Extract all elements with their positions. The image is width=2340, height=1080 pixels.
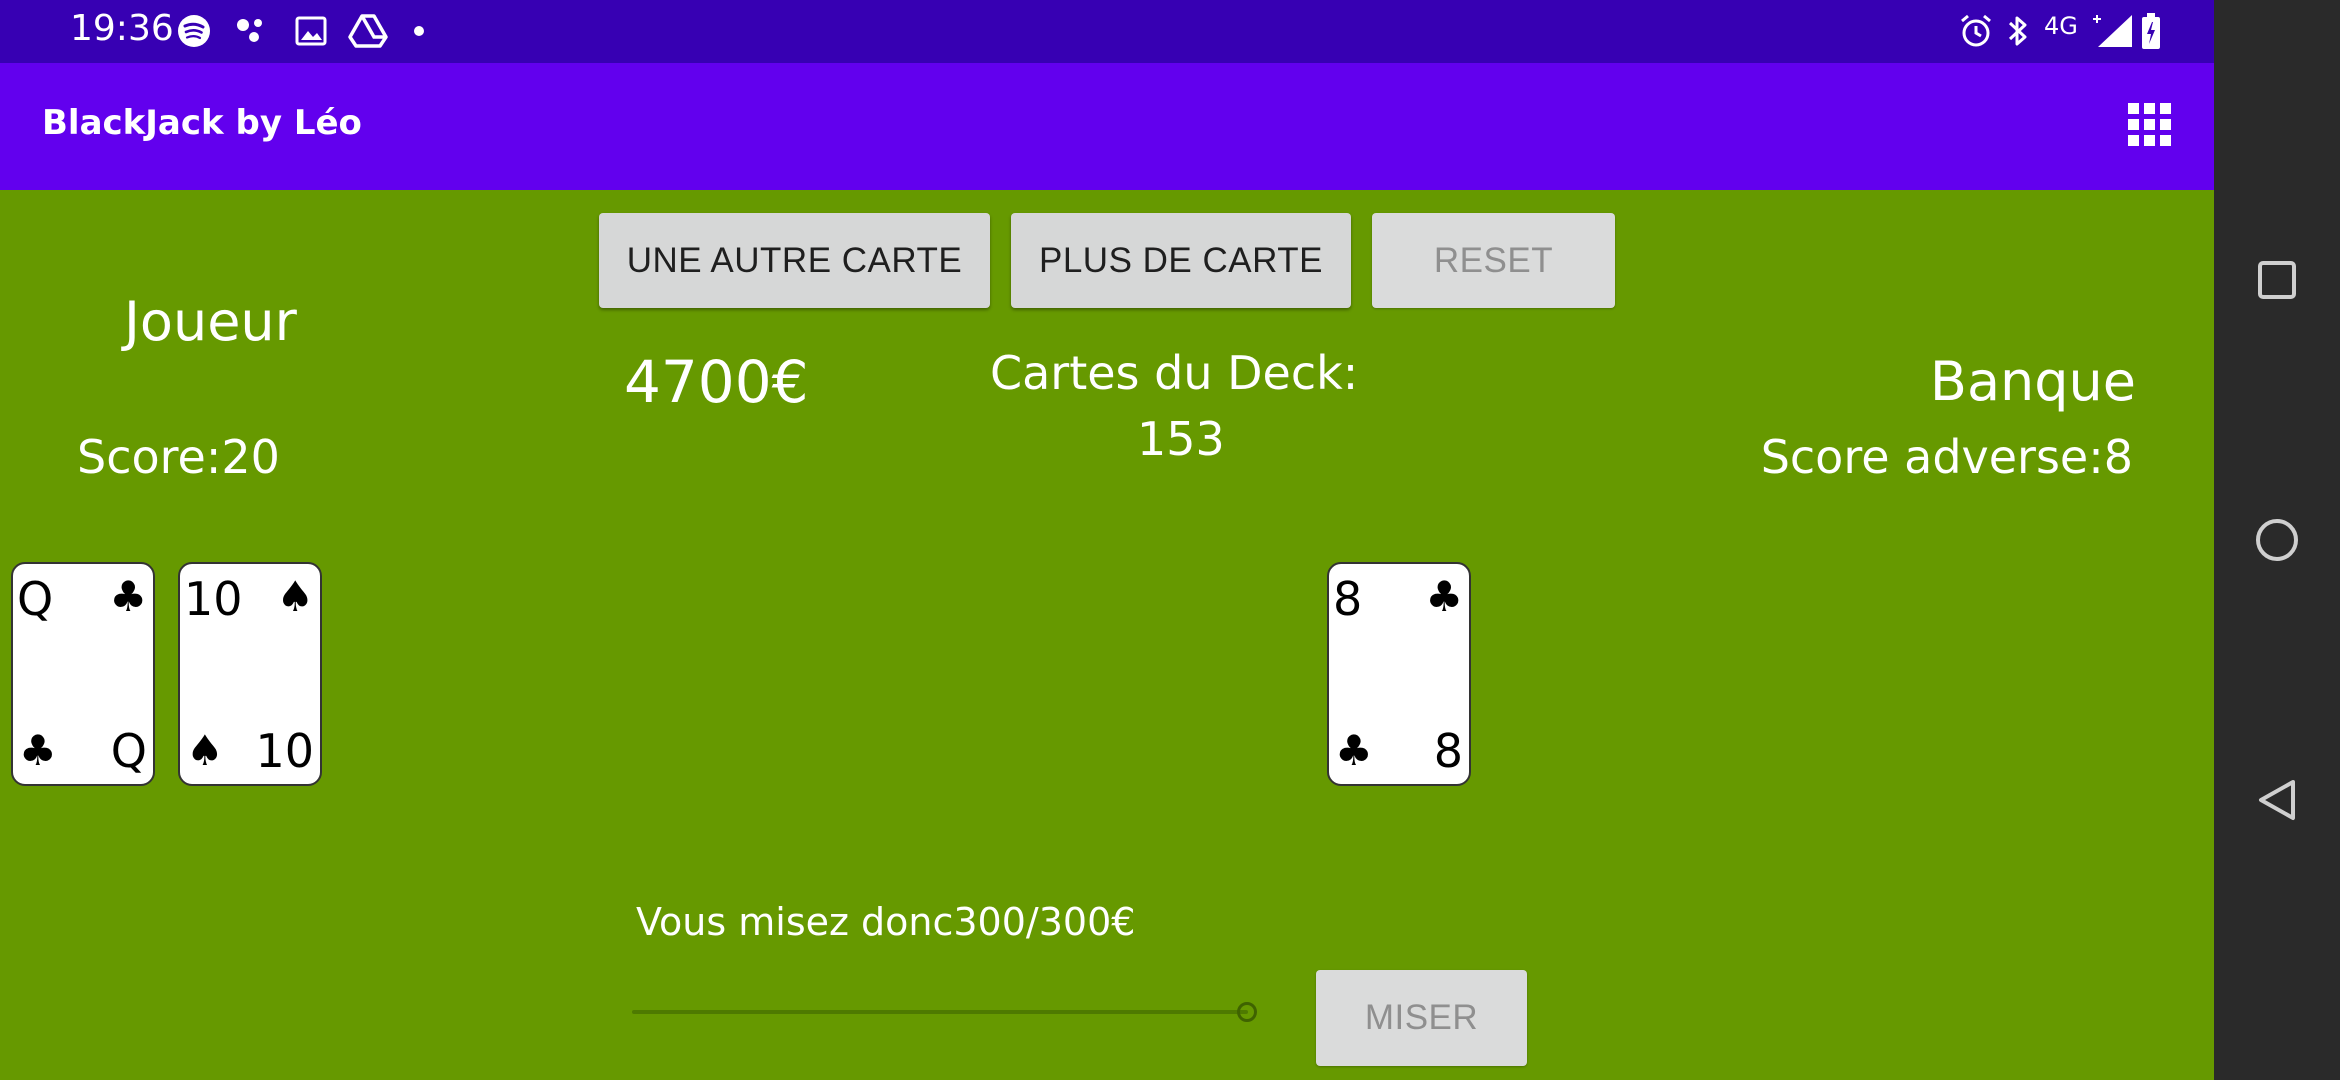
status-bar: 19:36 4G — [0, 0, 2214, 63]
bank-label: Banque — [1929, 350, 2136, 413]
deck-label: Cartes du Deck: — [990, 346, 1359, 400]
player-score: Score:20 — [77, 430, 280, 484]
gallery-icon — [295, 16, 327, 46]
club-suit-icon: ♣ — [109, 572, 147, 621]
card-rank: 10 — [255, 724, 314, 778]
app-title: BlackJack by Léo — [42, 103, 362, 143]
activity-icon — [237, 19, 262, 42]
spade-suit-icon: ♠ — [276, 572, 314, 621]
drive-icon — [348, 14, 388, 48]
no-more-card-button[interactable]: PLUS DE CARTE — [1011, 213, 1351, 308]
bluetooth-icon — [2008, 16, 2027, 46]
card-rank: 10 — [184, 572, 243, 626]
player-money: 4700€ — [624, 348, 809, 416]
card-rank: 8 — [1433, 724, 1463, 778]
bank-card: 8 ♣ 8 ♣ — [1327, 562, 1471, 786]
alarm-icon — [1961, 14, 1991, 47]
club-suit-icon: ♣ — [1425, 572, 1463, 621]
spotify-icon — [178, 15, 210, 47]
battery-icon — [2142, 13, 2160, 49]
bet-slider-thumb[interactable] — [1237, 1002, 1257, 1022]
bet-button[interactable]: MISER — [1316, 970, 1527, 1066]
grid-icon[interactable] — [2126, 101, 2174, 149]
bet-slider[interactable] — [632, 1010, 1248, 1014]
home-icon[interactable] — [2247, 510, 2307, 570]
player-card: Q ♣ Q ♣ — [11, 562, 155, 786]
player-card: 10 ♠ 10 ♠ — [178, 562, 322, 786]
bet-text: Vous misez donc300/300€ — [636, 900, 1136, 944]
navigation-bar — [2214, 0, 2340, 1080]
spade-suit-icon: ♠ — [186, 726, 224, 775]
reset-button[interactable]: RESET — [1372, 213, 1615, 308]
screen: 19:36 4G BlackJack by Léo UNE AUTRE CART… — [0, 0, 2340, 1080]
player-label: Joueur — [124, 290, 297, 353]
card-rank: 8 — [1333, 572, 1363, 626]
deck-count: 153 — [1137, 412, 1225, 466]
another-card-button[interactable]: UNE AUTRE CARTE — [599, 213, 990, 308]
recents-icon[interactable] — [2247, 250, 2307, 310]
notification-dot-icon — [414, 26, 424, 36]
back-icon[interactable] — [2247, 770, 2307, 830]
card-rank: Q — [17, 572, 54, 626]
club-suit-icon: ♣ — [1335, 726, 1373, 775]
network-type: 4G — [2044, 12, 2078, 40]
app-bar: BlackJack by Léo — [0, 63, 2214, 190]
card-rank: Q — [110, 724, 147, 778]
bank-score: Score adverse:8 — [1760, 430, 2133, 484]
status-time: 19:36 — [70, 8, 174, 49]
signal-icon — [2098, 15, 2132, 47]
club-suit-icon: ♣ — [19, 726, 57, 775]
